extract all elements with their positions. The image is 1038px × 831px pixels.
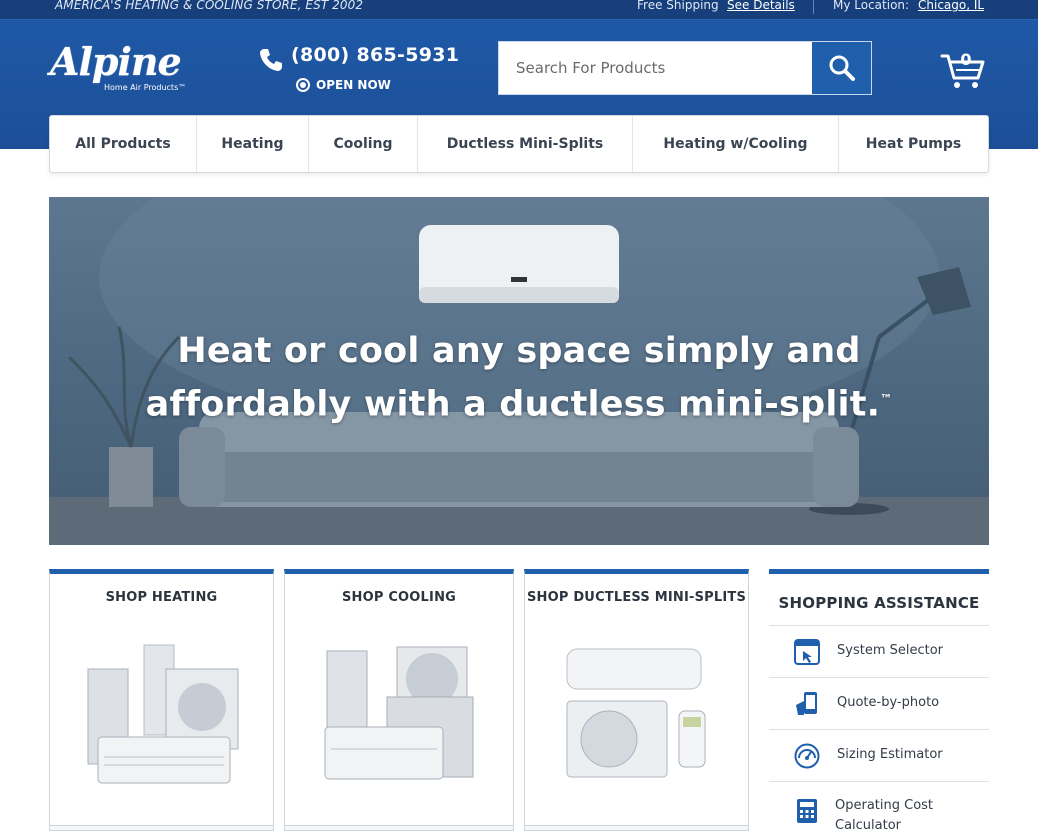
open-status-icon bbox=[296, 78, 310, 92]
hero-trademark: ™ bbox=[880, 392, 893, 406]
logo-wordmark: Alpine bbox=[50, 39, 182, 84]
nav-cooling[interactable]: Cooling bbox=[309, 116, 418, 172]
shop-ductless-card[interactable]: SHOP DUCTLESS MINI-SPLITS bbox=[524, 569, 749, 831]
card-footer bbox=[50, 825, 273, 830]
hero-headline: Heat or cool any space simply and afford… bbox=[49, 327, 989, 429]
assist-system-selector[interactable]: System Selector bbox=[769, 625, 989, 677]
ductless-products-image bbox=[566, 648, 706, 778]
utility-bar: AMERICA'S HEATING & COOLING STORE, EST 2… bbox=[0, 0, 1038, 20]
shop-ductless-title: SHOP DUCTLESS MINI-SPLITS bbox=[526, 590, 747, 605]
see-details-link[interactable]: See Details bbox=[727, 0, 795, 12]
assist-label: System Selector bbox=[837, 643, 944, 658]
search-bar bbox=[498, 41, 872, 95]
alpine-logo[interactable]: Alpine Home Air Products™ bbox=[50, 39, 190, 95]
shop-heating-card[interactable]: SHOP HEATING bbox=[49, 569, 274, 831]
shop-cooling-card[interactable]: SHOP COOLING bbox=[284, 569, 514, 831]
cooling-products-image bbox=[324, 646, 474, 780]
nav-heating-with-cooling[interactable]: Heating w/Cooling bbox=[633, 116, 839, 172]
store-tagline: AMERICA'S HEATING & COOLING STORE, EST 2… bbox=[55, 0, 364, 12]
cart-count-badge: 0 bbox=[960, 50, 972, 69]
hero-banner[interactable]: Heat or cool any space simply and afford… bbox=[49, 197, 989, 545]
phone-number-link[interactable]: (800) 865-5931 bbox=[291, 44, 459, 66]
search-button[interactable] bbox=[812, 42, 871, 94]
utility-divider bbox=[813, 0, 814, 14]
nav-all-products[interactable]: All Products bbox=[50, 116, 197, 172]
shop-heating-title: SHOP HEATING bbox=[105, 590, 218, 605]
card-footer bbox=[525, 825, 748, 830]
assist-operating-cost-calculator[interactable]: Operating Cost Calculator bbox=[769, 781, 989, 831]
main-navigation: All Products Heating Cooling Ductless Mi… bbox=[49, 115, 989, 173]
hero-headline-line2-text: affordably with a ductless mini-split. bbox=[145, 384, 881, 425]
hero-headline-line1: Heat or cool any space simply and bbox=[177, 331, 861, 371]
search-input[interactable] bbox=[499, 42, 811, 94]
assist-sizing-estimator[interactable]: Sizing Estimator bbox=[769, 729, 989, 781]
free-shipping-text: Free Shipping bbox=[637, 0, 719, 12]
assist-label: Sizing Estimator bbox=[837, 747, 943, 762]
nav-heat-pumps[interactable]: Heat Pumps bbox=[839, 116, 988, 172]
quote-photo-icon bbox=[796, 692, 817, 715]
heating-products-image bbox=[87, 644, 239, 784]
location-label: My Location: bbox=[833, 0, 910, 12]
system-selector-icon bbox=[794, 639, 820, 665]
sizing-gauge-icon bbox=[794, 743, 820, 769]
assist-label: Operating Cost Calculator bbox=[835, 798, 934, 831]
logo-subtitle: Home Air Products™ bbox=[104, 83, 187, 92]
assist-quote-by-photo[interactable]: Quote-by-photo bbox=[769, 677, 989, 729]
location-link[interactable]: Chicago, IL bbox=[918, 0, 984, 12]
nav-heating[interactable]: Heating bbox=[197, 116, 309, 172]
phone-icon bbox=[260, 49, 282, 71]
search-icon bbox=[829, 55, 855, 81]
open-status-text: OPEN NOW bbox=[316, 78, 391, 92]
shopping-assistance-panel: SHOPPING ASSISTANCE System Selector Quot… bbox=[769, 569, 989, 831]
calculator-icon bbox=[797, 799, 817, 823]
assist-label: Quote-by-photo bbox=[837, 695, 940, 710]
card-footer bbox=[285, 825, 513, 830]
shop-cooling-title: SHOP COOLING bbox=[341, 590, 457, 605]
shopping-assistance-title: SHOPPING ASSISTANCE bbox=[778, 594, 980, 612]
nav-ductless-mini-splits[interactable]: Ductless Mini-Splits bbox=[418, 116, 633, 172]
hero-headline-line2: affordably with a ductless mini-split.™ bbox=[49, 375, 989, 429]
